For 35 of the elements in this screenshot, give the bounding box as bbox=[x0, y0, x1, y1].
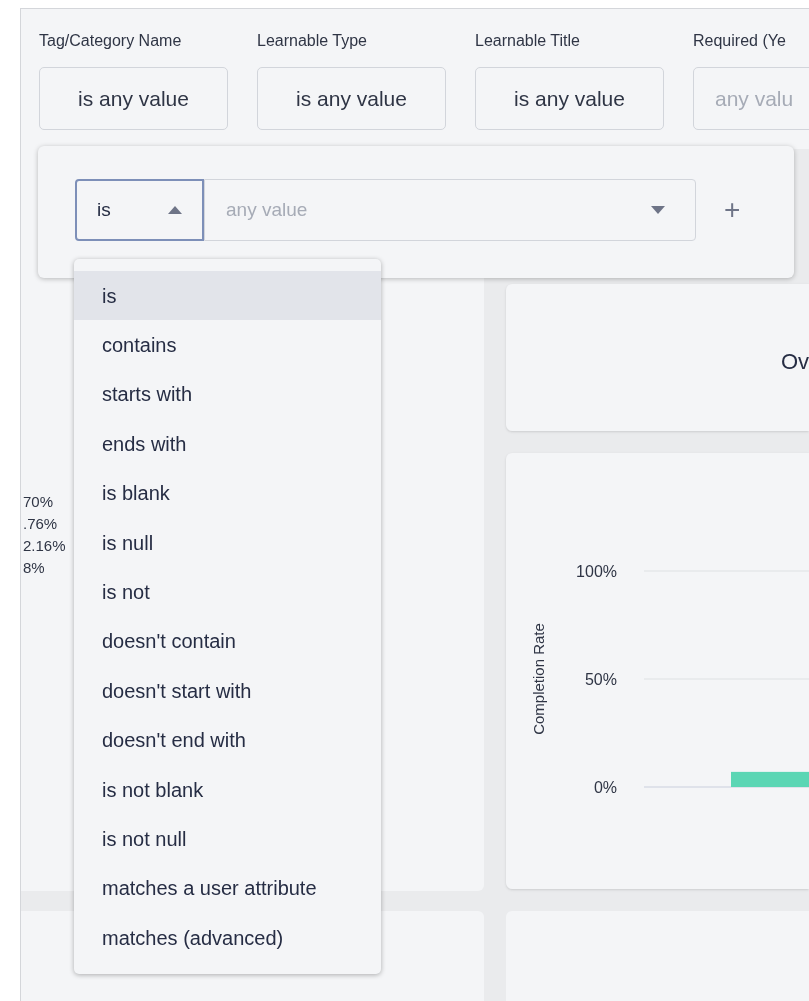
menu-option[interactable]: doesn't contain bbox=[74, 616, 381, 667]
axis-tick-label: 50% bbox=[584, 671, 617, 688]
add-button[interactable]: + bbox=[724, 189, 741, 231]
menu-option[interactable]: doesn't start with bbox=[74, 666, 381, 716]
filter-label: Learnable Type bbox=[257, 31, 368, 51]
axis-tick-label: 0% bbox=[593, 779, 617, 796]
operator-select[interactable]: is bbox=[75, 179, 204, 241]
axis-tick-label: 100% bbox=[576, 563, 617, 580]
menu-option[interactable]: is not blank bbox=[74, 764, 381, 815]
menu-option[interactable]: is not bbox=[74, 567, 381, 617]
menu-option[interactable]: is blank bbox=[74, 468, 381, 518]
filter-value-button[interactable]: is any value bbox=[257, 67, 446, 130]
tile-title: Ov bbox=[780, 348, 809, 376]
menu-option[interactable]: is bbox=[74, 271, 381, 321]
percentage-label: 2.16% bbox=[22, 536, 66, 556]
caret-icon bbox=[168, 206, 182, 214]
percentage-label: .76% bbox=[22, 514, 58, 534]
axis-title: Completion Rate bbox=[530, 623, 547, 735]
menu-option[interactable]: ends with bbox=[74, 419, 381, 469]
caret-icon bbox=[651, 206, 665, 214]
menu-option[interactable]: matches (advanced) bbox=[74, 913, 381, 963]
filter-label: Learnable Title bbox=[475, 31, 581, 51]
menu-option[interactable]: is not null bbox=[74, 814, 381, 864]
filter-value-button[interactable]: is any value bbox=[39, 67, 228, 130]
menu-option[interactable]: contains bbox=[74, 320, 381, 370]
menu-option[interactable]: matches a user attribute bbox=[74, 863, 381, 914]
placeholder-text: any value bbox=[226, 197, 308, 222]
filter-value-button[interactable]: is any value bbox=[475, 67, 664, 130]
percentage-label: 70% bbox=[22, 492, 54, 512]
filter-label: Tag/Category Name bbox=[39, 31, 183, 51]
menu-option[interactable]: doesn't end with bbox=[74, 715, 381, 765]
percentage-label: 8% bbox=[22, 558, 45, 578]
menu-option[interactable]: is null bbox=[74, 517, 381, 568]
filter-label: Required (Ye bbox=[693, 31, 787, 51]
menu-option[interactable]: starts with bbox=[74, 369, 381, 420]
